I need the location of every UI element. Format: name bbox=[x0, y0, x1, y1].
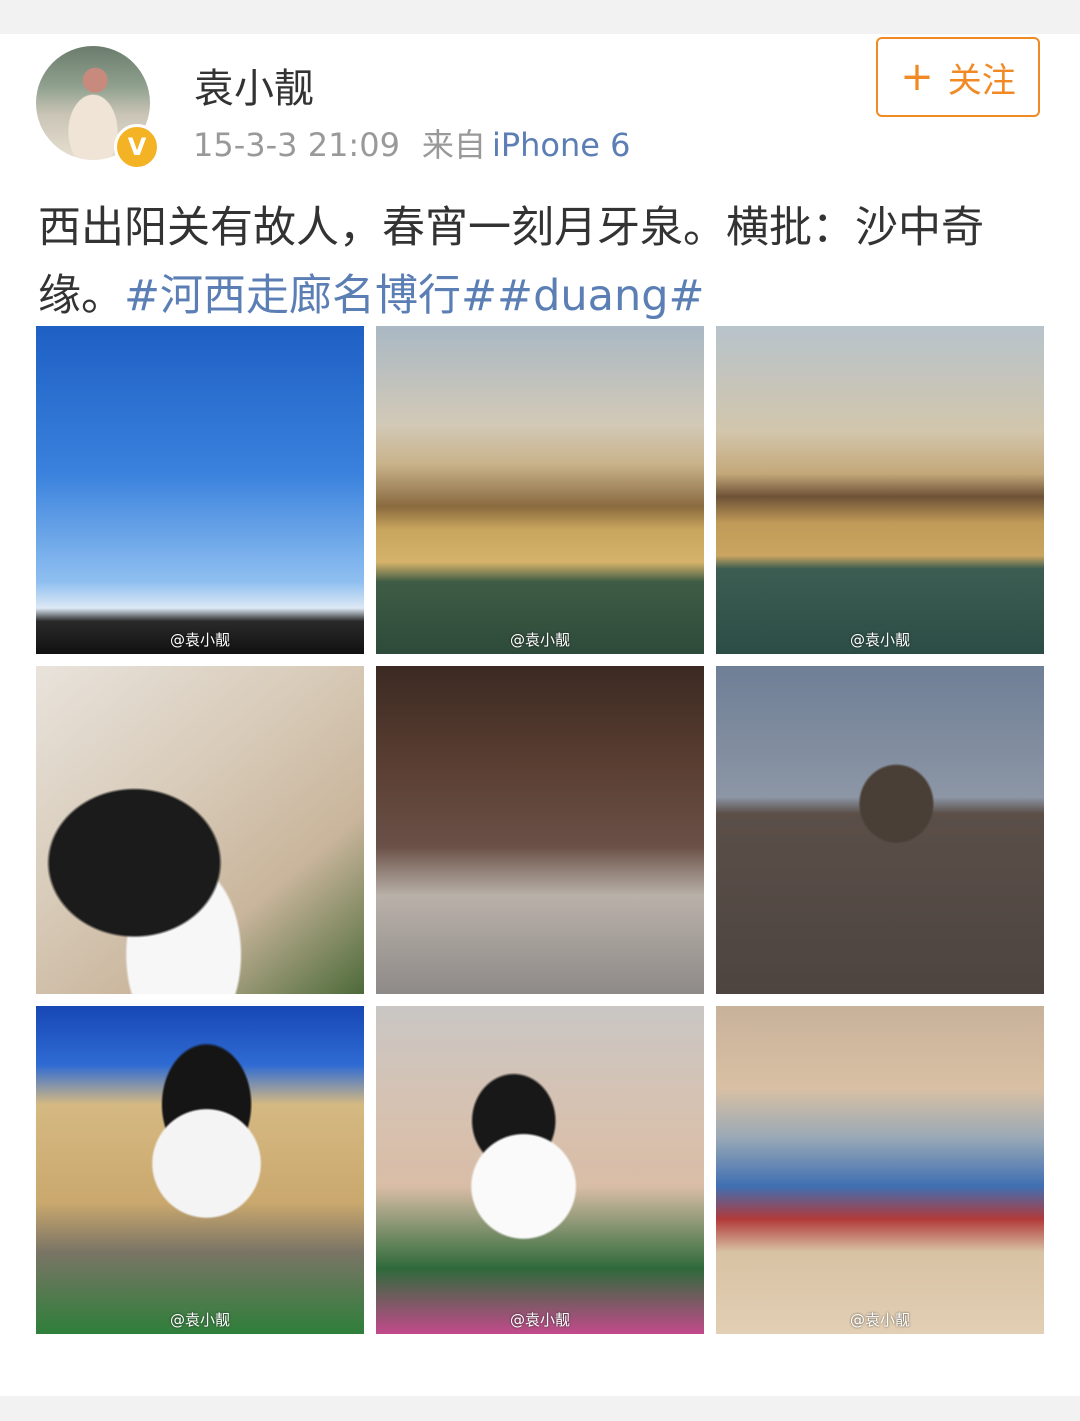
post-text: 西出阳关有故人，春宵一刻月牙泉。横批：沙中奇缘。#河西走廊名博行##duang# bbox=[38, 194, 1048, 330]
plus-icon: + bbox=[900, 54, 934, 100]
photo-thumbnail[interactable]: @袁小靓 bbox=[36, 326, 364, 654]
photo-thumbnail[interactable] bbox=[36, 666, 364, 994]
photo-thumbnail[interactable]: @袁小靓 bbox=[376, 326, 704, 654]
photo-watermark: @袁小靓 bbox=[509, 1311, 570, 1329]
photo-watermark: @袁小靓 bbox=[849, 1311, 910, 1329]
photo-watermark: @袁小靓 bbox=[169, 631, 230, 649]
follow-button[interactable]: + 关注 bbox=[876, 37, 1040, 117]
hashtag-link[interactable]: #河西走廊名博行##duang# bbox=[124, 271, 705, 321]
photo-thumbnail[interactable] bbox=[376, 666, 704, 994]
photo-grid: @袁小靓 @袁小靓 @袁小靓 @袁小靓 @袁小靓 @袁小靓 bbox=[36, 326, 1044, 1334]
verified-badge-icon: V bbox=[114, 124, 160, 170]
top-divider bbox=[0, 0, 1080, 34]
source-device[interactable]: iPhone 6 bbox=[492, 126, 631, 164]
post-meta: 15-3-3 21:09 来自 iPhone 6 bbox=[193, 120, 630, 166]
post-timestamp: 15-3-3 21:09 bbox=[193, 126, 400, 164]
photo-watermark: @袁小靓 bbox=[509, 631, 570, 649]
username[interactable]: 袁小靓 bbox=[194, 56, 314, 114]
follow-label: 关注 bbox=[947, 60, 1016, 101]
photo-thumbnail[interactable] bbox=[716, 666, 1044, 994]
photo-thumbnail[interactable]: @袁小靓 bbox=[716, 326, 1044, 654]
photo-watermark: @袁小靓 bbox=[849, 631, 910, 649]
photo-thumbnail[interactable]: @袁小靓 bbox=[716, 1006, 1044, 1334]
photo-thumbnail[interactable]: @袁小靓 bbox=[36, 1006, 364, 1334]
source-prefix: 来自 bbox=[421, 126, 486, 164]
photo-thumbnail[interactable]: @袁小靓 bbox=[376, 1006, 704, 1334]
bottom-divider bbox=[0, 1396, 1080, 1421]
photo-watermark: @袁小靓 bbox=[169, 1311, 230, 1329]
